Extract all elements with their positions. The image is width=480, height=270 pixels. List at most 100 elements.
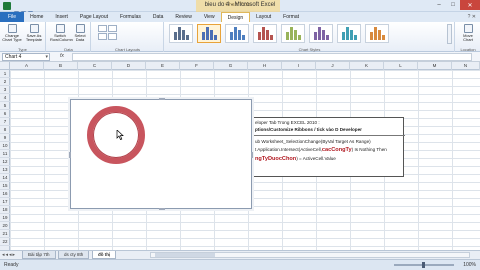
chart-style-option[interactable] <box>337 24 361 43</box>
row-header[interactable]: 8 <box>0 126 10 134</box>
column-header[interactable]: F <box>180 62 214 70</box>
move-chart-button[interactable]: Move Chart <box>458 24 478 42</box>
chart-styles-gallery[interactable] <box>169 24 389 43</box>
style-preview-bar <box>201 32 205 40</box>
style-preview-bar <box>177 27 181 40</box>
tab-review[interactable]: Review <box>169 12 197 22</box>
excel-logo-icon[interactable] <box>3 2 11 10</box>
row-header[interactable]: 10 <box>0 142 10 150</box>
row-header[interactable]: 6 <box>0 110 10 118</box>
row-header[interactable]: 21 <box>0 230 10 238</box>
column-header[interactable]: C <box>78 62 112 70</box>
chart-layouts-gallery[interactable] <box>98 25 117 40</box>
row-header[interactable]: 13 <box>0 166 10 174</box>
sheet-tab-active[interactable]: đồ thị <box>92 251 117 259</box>
chart-style-option[interactable] <box>365 24 389 43</box>
style-preview-bar <box>317 27 321 40</box>
column-header[interactable]: K <box>350 62 384 70</box>
style-preview-bar <box>293 30 297 40</box>
row-header[interactable]: 15 <box>0 182 10 190</box>
sheet-tab[interactable]: ds cty 8th <box>58 251 90 259</box>
chart-style-option[interactable] <box>281 24 305 43</box>
row-header[interactable]: 14 <box>0 174 10 182</box>
layout-option[interactable] <box>98 25 107 32</box>
style-preview-bar <box>297 35 301 40</box>
row-header[interactable]: 12 <box>0 158 10 166</box>
chart-style-option[interactable] <box>309 24 333 43</box>
chart-style-option[interactable] <box>225 24 249 43</box>
chart-style-option[interactable] <box>197 24 221 43</box>
tab-layout[interactable]: Layout <box>250 12 277 22</box>
help-icon[interactable]: ? ✕ <box>468 14 476 20</box>
row-header[interactable]: 16 <box>0 190 10 198</box>
switch-row-column-button[interactable]: Switch Row/Column <box>50 24 73 42</box>
row-header[interactable]: 11 <box>0 150 10 158</box>
column-header[interactable]: A <box>10 62 44 70</box>
tab-design[interactable]: Design <box>220 12 251 22</box>
row-header[interactable]: 4 <box>0 94 10 102</box>
column-header[interactable]: H <box>248 62 282 70</box>
column-header[interactable]: G <box>214 62 248 70</box>
chart-area[interactable] <box>69 98 253 210</box>
resize-handle[interactable] <box>159 98 165 100</box>
tab-page-layout[interactable]: Page Layout <box>74 12 114 22</box>
row-header[interactable]: 2 <box>0 78 10 86</box>
column-header[interactable]: J <box>316 62 350 70</box>
gallery-scroll[interactable] <box>447 24 452 44</box>
row-header[interactable]: 7 <box>0 118 10 126</box>
row-header[interactable]: 9 <box>0 134 10 142</box>
column-header[interactable]: E <box>146 62 180 70</box>
sheet-tab[interactable]: Bài tập 7th <box>22 251 56 259</box>
maximize-button[interactable]: □ <box>446 0 460 10</box>
column-header[interactable]: D <box>112 62 146 70</box>
tab-view[interactable]: View <box>198 12 221 22</box>
zoom-level[interactable]: 100% <box>463 262 476 268</box>
column-header[interactable]: I <box>282 62 316 70</box>
row-header[interactable]: 18 <box>0 206 10 214</box>
fx-icon[interactable]: fx <box>60 53 64 59</box>
tab-data[interactable]: Data <box>147 12 170 22</box>
row-header[interactable]: 3 <box>0 86 10 94</box>
row-header[interactable]: 17 <box>0 198 10 206</box>
column-header[interactable]: M <box>418 62 452 70</box>
column-header[interactable]: N <box>452 62 480 70</box>
window-title: bieu do 4 - Microsoft Excel <box>204 2 276 8</box>
style-preview-bar <box>377 30 381 40</box>
chart-style-option[interactable] <box>169 24 193 43</box>
tab-file[interactable]: File <box>0 12 25 22</box>
tab-format[interactable]: Format <box>277 12 305 22</box>
change-chart-type-button[interactable]: Change Chart Type <box>2 24 22 42</box>
horizontal-scrollbar[interactable] <box>150 252 470 258</box>
column-header[interactable]: B <box>44 62 78 70</box>
layout-option[interactable] <box>108 33 117 40</box>
tab-formulas[interactable]: Formulas <box>114 12 147 22</box>
zoom-slider[interactable] <box>394 262 454 268</box>
close-button[interactable]: ✕ <box>460 0 480 10</box>
row-header[interactable]: 19 <box>0 214 10 222</box>
save-as-template-button[interactable]: Save As Template <box>24 24 44 42</box>
row-header[interactable]: 20 <box>0 222 10 230</box>
sheet-nav-arrows-icon[interactable]: ◂◂◂▸ <box>2 252 16 258</box>
resize-handle[interactable] <box>69 152 71 158</box>
chart-style-option[interactable] <box>253 24 277 43</box>
layout-option[interactable] <box>108 25 117 32</box>
instruction-textbox[interactable]: eloper Tab Trong EXCEL 2010 : ptions/Cus… <box>250 117 405 177</box>
resize-handle[interactable] <box>159 208 165 210</box>
textbox-divider <box>251 135 405 136</box>
resize-handle[interactable] <box>251 152 253 158</box>
row-header[interactable]: 1 <box>0 70 10 78</box>
ribbon: Change Chart Type Save As Template Type … <box>0 22 480 52</box>
name-box[interactable]: Chart 4 <box>2 53 50 61</box>
minimize-button[interactable]: – <box>432 0 446 10</box>
formula-input[interactable] <box>72 53 472 61</box>
tab-home[interactable]: Home <box>24 12 49 22</box>
row-header[interactable]: 5 <box>0 102 10 110</box>
select-data-button[interactable]: Select Data <box>71 24 89 42</box>
scroll-thumb[interactable] <box>155 253 215 257</box>
layout-option[interactable] <box>98 33 107 40</box>
group-chart-styles: Chart Styles <box>165 22 455 52</box>
tab-insert[interactable]: Insert <box>49 12 74 22</box>
select-all-corner[interactable] <box>0 62 10 70</box>
row-header[interactable]: 22 <box>0 238 10 246</box>
column-header[interactable]: L <box>384 62 418 70</box>
